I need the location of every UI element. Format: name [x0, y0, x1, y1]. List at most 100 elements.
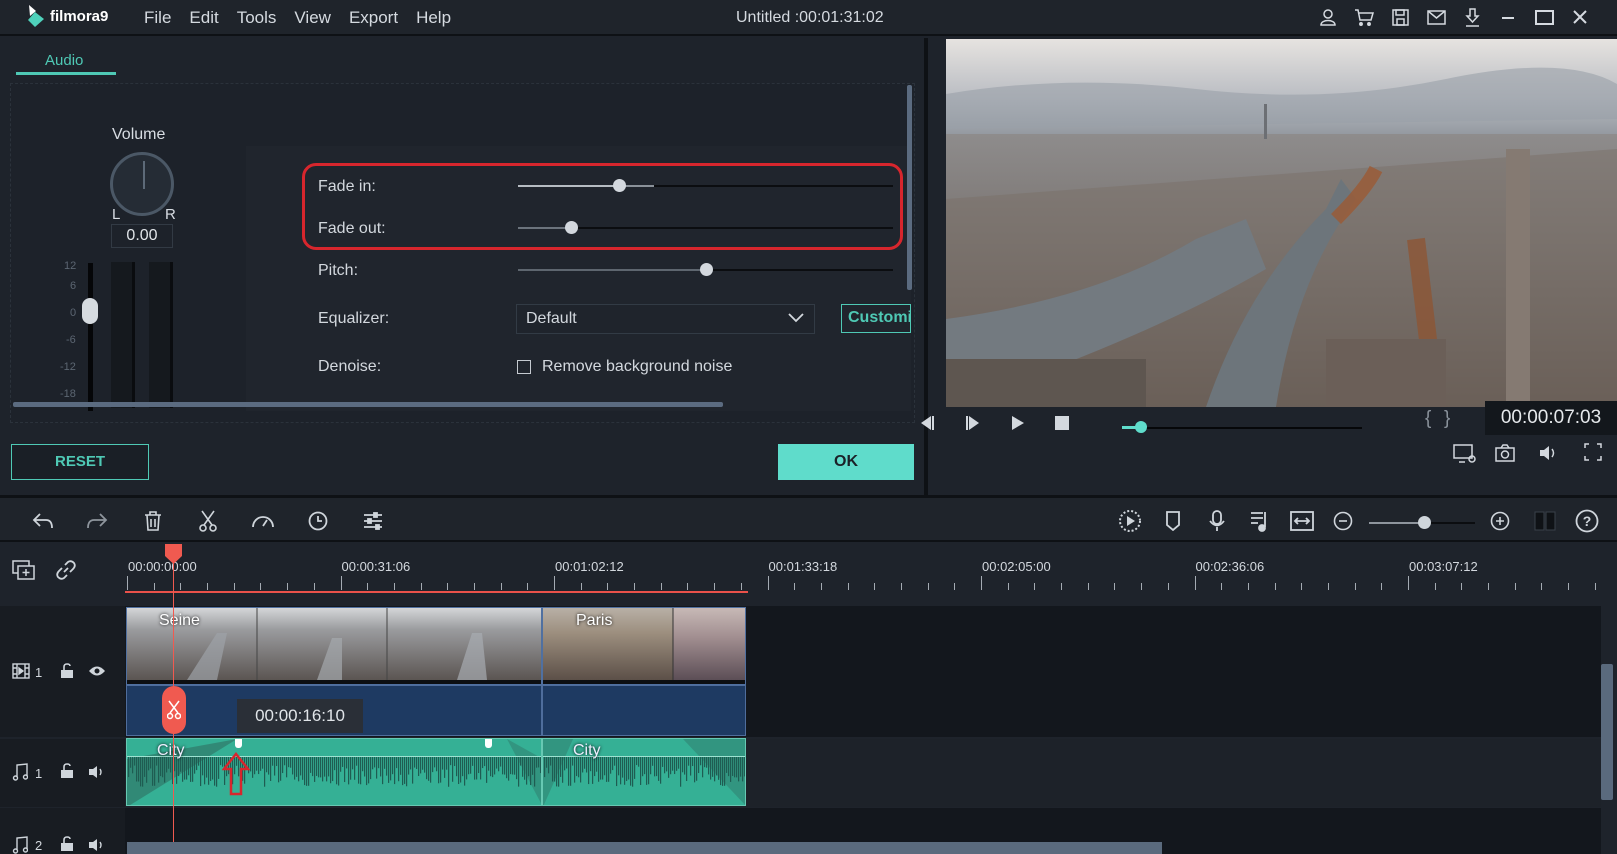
mark-in-button[interactable]: {	[1425, 408, 1431, 430]
playback-progress-thumb[interactable]	[1135, 421, 1148, 433]
duration-icon[interactable]	[305, 508, 331, 534]
unlock-icon[interactable]	[60, 836, 74, 852]
speaker-icon[interactable]	[88, 838, 106, 852]
waveform-bar	[616, 757, 618, 787]
cart-icon[interactable]	[1353, 6, 1375, 28]
panel-horizontal-scrollbar[interactable]	[13, 402, 723, 407]
equalizer-select[interactable]: Default	[516, 304, 815, 334]
marker-icon[interactable]	[1160, 508, 1186, 534]
play-icon[interactable]	[1010, 415, 1026, 431]
speed-icon[interactable]	[250, 508, 276, 534]
audio-clip-city-2[interactable]: City	[542, 738, 746, 806]
remove-noise-label[interactable]: Remove background noise	[542, 358, 732, 376]
volume-fader-track[interactable]	[88, 263, 93, 411]
mail-icon[interactable]	[1425, 6, 1447, 28]
unlock-icon[interactable]	[60, 763, 74, 779]
close-icon[interactable]	[1569, 6, 1591, 28]
right-channel-label: R	[165, 206, 176, 223]
ruler-tick	[660, 583, 662, 590]
add-track-icon[interactable]	[12, 560, 36, 580]
undo-icon[interactable]	[30, 508, 56, 534]
remove-noise-checkbox[interactable]	[517, 360, 531, 374]
timeline-ruler[interactable]: 00:00:00:00 00:00:31:06 00:01:02:12 00:01:3…	[0, 542, 1617, 593]
preview-panel: { } 00:00:07:03	[921, 38, 1617, 495]
video-preview[interactable]	[946, 39, 1617, 407]
waveform-bar	[550, 757, 552, 766]
menu-help[interactable]: Help	[416, 8, 451, 28]
adjust-icon[interactable]	[360, 508, 386, 534]
waveform-bar	[598, 757, 600, 782]
voiceover-icon[interactable]	[1204, 508, 1230, 534]
volume-value[interactable]: 0.00	[111, 224, 173, 248]
video-clip-paris-audio[interactable]	[542, 685, 746, 736]
redo-icon[interactable]	[84, 508, 110, 534]
customize-button[interactable]: Customi	[841, 304, 911, 333]
ruler-tick	[1167, 583, 1169, 590]
render-preview-icon[interactable]	[1117, 508, 1143, 534]
video-clip-seine[interactable]: Seine	[126, 607, 542, 685]
ruler-tick	[954, 583, 956, 590]
minimize-icon[interactable]	[1497, 6, 1519, 28]
cut-icon[interactable]	[195, 508, 221, 534]
knob-indicator	[143, 161, 145, 189]
next-frame-icon[interactable]	[964, 415, 982, 431]
menu-edit[interactable]: Edit	[189, 8, 218, 28]
waveform-bar	[388, 757, 390, 783]
menu-file[interactable]: File	[144, 8, 171, 28]
maximize-icon[interactable]	[1533, 6, 1555, 28]
timeline-horizontal-scrollbar[interactable]	[127, 842, 1162, 854]
menu-export[interactable]: Export	[349, 8, 398, 28]
layout-icon[interactable]	[1532, 508, 1558, 534]
fade-out-handle[interactable]	[485, 739, 492, 748]
zoom-in-icon[interactable]	[1487, 508, 1513, 534]
volume-icon[interactable]	[1539, 445, 1559, 461]
timeline-vertical-scrollbar[interactable]	[1601, 664, 1613, 800]
waveform-bar	[264, 757, 266, 787]
link-icon[interactable]	[56, 560, 76, 580]
zoom-slider-thumb[interactable]	[1418, 516, 1432, 529]
fade-in-handle[interactable]	[235, 739, 242, 748]
fullscreen-icon[interactable]	[1584, 443, 1602, 461]
waveform-bar	[678, 757, 680, 769]
user-icon[interactable]	[1317, 6, 1339, 28]
music-note-icon	[12, 763, 28, 781]
playback-progress-track[interactable]	[1122, 427, 1362, 429]
tab-audio[interactable]: Audio	[45, 52, 83, 69]
fit-icon[interactable]	[1289, 508, 1315, 534]
audio-clip-city-1[interactable]: City	[126, 738, 542, 806]
volume-fader-handle[interactable]	[82, 297, 98, 324]
waveform-bar	[306, 757, 308, 786]
waveform-bar	[526, 757, 528, 785]
split-scissor-button[interactable]	[162, 686, 186, 734]
eye-icon[interactable]	[88, 665, 106, 677]
waveform-bar	[354, 757, 356, 780]
delete-icon[interactable]	[140, 508, 166, 534]
video-clip-paris[interactable]: Paris	[542, 607, 746, 685]
display-settings-icon[interactable]	[1453, 444, 1477, 464]
menu-tools[interactable]: Tools	[237, 8, 277, 28]
ruler-time-label: 00:02:36:06	[1195, 559, 1265, 574]
ok-button[interactable]: OK	[778, 444, 914, 480]
download-icon[interactable]	[1461, 6, 1483, 28]
ruler-tick	[580, 583, 582, 590]
zoom-out-icon[interactable]	[1330, 508, 1356, 534]
work-area-range[interactable]	[125, 591, 748, 593]
panel-vertical-scrollbar[interactable]	[907, 85, 912, 290]
waveform-bar	[696, 757, 698, 781]
menu-view[interactable]: View	[294, 8, 331, 28]
pitch-slider[interactable]	[518, 263, 893, 277]
audio-mixer-icon[interactable]	[1247, 508, 1273, 534]
save-icon[interactable]	[1389, 6, 1411, 28]
mark-out-button[interactable]: }	[1444, 408, 1450, 430]
waveform-bar	[450, 757, 452, 766]
reset-button[interactable]: RESET	[11, 444, 149, 480]
stop-icon[interactable]	[1054, 415, 1070, 431]
waveform-bar	[260, 757, 262, 771]
slider-thumb[interactable]	[699, 263, 713, 276]
help-icon[interactable]: ?	[1574, 508, 1600, 534]
unlock-icon[interactable]	[60, 663, 74, 679]
snapshot-icon[interactable]	[1495, 444, 1515, 462]
prev-frame-icon[interactable]	[918, 415, 936, 431]
waveform-bar	[392, 757, 394, 775]
speaker-icon[interactable]	[88, 765, 106, 779]
